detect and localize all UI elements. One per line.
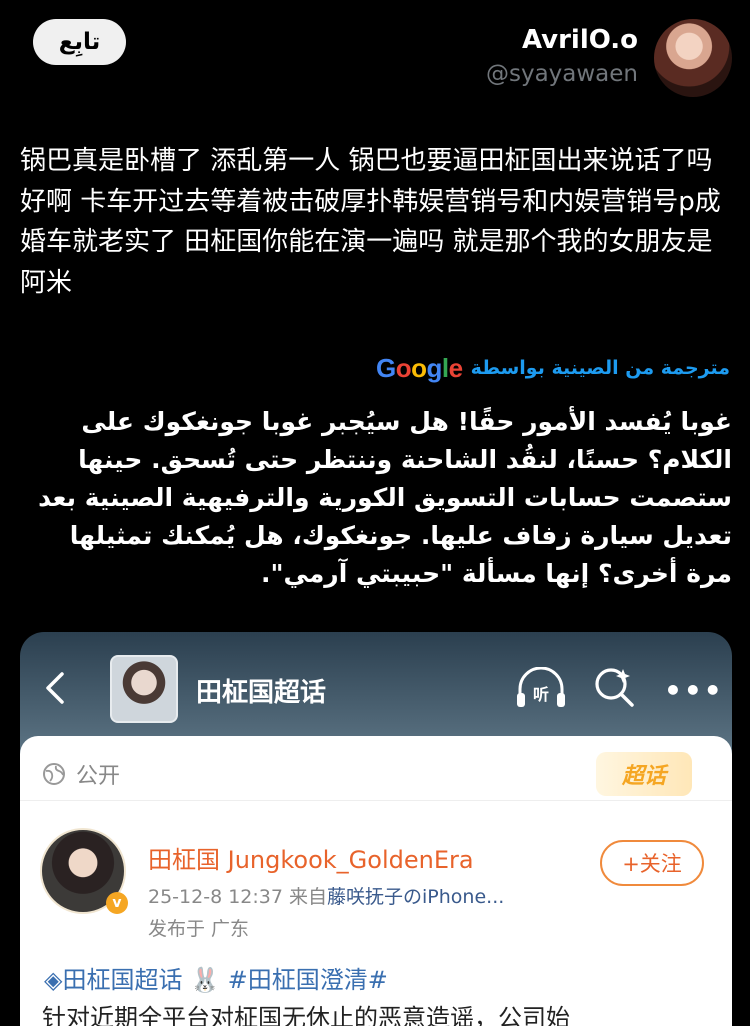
post-source[interactable]: 藤咲抚子のiPhone... xyxy=(327,886,504,908)
avatar[interactable] xyxy=(654,19,732,97)
post-from-label: 来自 xyxy=(289,886,328,908)
divider xyxy=(20,800,732,801)
globe-icon xyxy=(43,763,65,785)
display-name[interactable]: AvrilO.o xyxy=(522,25,638,55)
visibility-row: 公开 xyxy=(42,758,120,790)
follow-user-button[interactable]: +关注 xyxy=(600,840,704,886)
poster-meta: 25-12-8 12:37 来自藤咲抚子のiPhone... xyxy=(148,882,504,909)
chaohua-badge: 超话 xyxy=(596,752,692,796)
translation-label: مترجمة من الصينية بواسطة xyxy=(470,357,730,379)
hashtag-line[interactable]: ◈田柾国超话 🐰 #田柾国澄清# xyxy=(44,960,388,995)
topic-title: 田柾国超话 xyxy=(196,678,327,708)
post-text: 锅巴真是卧槽了 添乱第一人 锅巴也要逼田柾国出来说话了吗 好啊 卡车开过去等着被… xyxy=(20,146,721,298)
svg-text:听: 听 xyxy=(533,685,549,704)
weibo-post-card: 公开 超话 v 田柾国 Jungkook_GoldenEra 25-12-8 1… xyxy=(20,736,732,1026)
attached-image[interactable]: 田柾国超话 听 ••• 公开 超话 v 田柾国 Jungkook_GoldenE… xyxy=(20,632,732,1026)
follow-button[interactable]: تابِع xyxy=(33,19,126,65)
more-icon[interactable]: ••• xyxy=(664,674,724,707)
verified-badge-icon: v xyxy=(106,892,128,914)
listen-icon[interactable]: 听 xyxy=(514,667,568,709)
topic-thumbnail[interactable] xyxy=(110,655,178,723)
post-time: 25-12-8 12:37 xyxy=(148,886,283,908)
topic-header: 田柾国超话 听 ••• xyxy=(20,632,732,742)
google-logo: Google xyxy=(375,352,463,383)
translated-text: غوبا يُفسد الأمور حقًا! هل سيُجبر غوبا ج… xyxy=(38,407,732,588)
visibility-label: 公开 xyxy=(76,764,121,789)
post-location: 发布于 广东 xyxy=(148,918,250,940)
search-icon[interactable] xyxy=(592,665,636,709)
post-preview-text: 针对近期全平台对柾国无休止的恶意造谣，公司始 xyxy=(42,1004,570,1026)
poster-name[interactable]: 田柾国 Jungkook_GoldenEra xyxy=(148,840,474,875)
user-handle[interactable]: @syayawaen xyxy=(486,61,638,87)
back-icon[interactable] xyxy=(38,670,74,706)
translation-attribution: مترجمة من الصينية بواسطة Google xyxy=(376,350,730,386)
